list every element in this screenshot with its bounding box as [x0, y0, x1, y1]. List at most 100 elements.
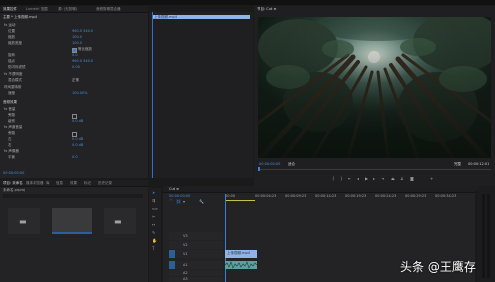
- title-bar: [0, 0, 495, 5]
- tab-project[interactable]: 项目: 未命名: [3, 181, 23, 186]
- effect-row-label: 防闪烁滤镜: [8, 65, 26, 69]
- program-tab[interactable]: 节目: Cut ≡: [257, 7, 276, 12]
- uniform-scale-label: 等比缩放: [78, 47, 92, 51]
- project-item-sequence[interactable]: [52, 208, 92, 234]
- snap-icon[interactable]: ⌒: [169, 200, 173, 204]
- effect-controls-mini-timeline: 上传视频.mp4: [148, 12, 253, 178]
- effect-row-value[interactable]: 960.0 540.0: [72, 59, 93, 63]
- source-patch-a1[interactable]: [169, 261, 175, 269]
- effect-controls-timecode[interactable]: 00:00:00:00: [3, 171, 24, 175]
- effect-row-label: 旋转: [8, 53, 15, 57]
- extract-icon[interactable]: ⇊: [400, 177, 403, 181]
- timeline-tabbar: Cut ≡: [163, 186, 475, 193]
- selection-tool-icon[interactable]: ➤: [152, 191, 155, 195]
- effect-row-value[interactable]: 100.0: [72, 35, 82, 39]
- effect-row-label: 混合模式: [8, 78, 22, 82]
- effect-row-label: 缩放: [8, 35, 15, 39]
- track-header-a1[interactable]: [169, 261, 223, 269]
- tab-markers[interactable]: 标记: [84, 181, 91, 186]
- type-tool-icon[interactable]: T: [152, 247, 154, 251]
- program-timecode-left[interactable]: 00:00:00:00: [259, 162, 280, 166]
- audio-row-label: 旁路: [8, 113, 15, 117]
- tools-panel: ➤ ⇶ ⟺ ✂ ↔ ✎ ✋ T: [149, 188, 161, 282]
- track-header-a3[interactable]: [169, 277, 223, 282]
- mark-out-icon[interactable]: }: [340, 177, 343, 181]
- timeline-timecode[interactable]: 00:00:00:00: [169, 194, 190, 198]
- timeline-ruler[interactable]: 00:00 00:00:04:23 00:00:09:23 00:00:14:2…: [225, 194, 471, 203]
- track-header-v2[interactable]: [169, 241, 223, 249]
- video-clip-label: 上传视频.mp4: [227, 251, 250, 255]
- step-forward-icon[interactable]: ▸: [373, 177, 375, 181]
- linked-selection-icon[interactable]: ⛓: [176, 200, 181, 204]
- program-playhead[interactable]: [258, 167, 260, 171]
- audio-row-label: 左: [8, 137, 12, 141]
- mini-playhead[interactable]: [152, 12, 153, 178]
- step-back-icon[interactable]: ◂: [357, 177, 359, 181]
- lift-icon[interactable]: ⏏: [391, 177, 395, 181]
- meter-bar-left: [482, 194, 485, 278]
- effect-row-value[interactable]: 960.0 540.0: [72, 29, 93, 33]
- tab-lumetri-scopes[interactable]: Lumetri 范围: [26, 7, 48, 12]
- effect-row-label: 缩放宽度: [8, 41, 22, 45]
- tab-effect-controls[interactable]: 效果控件: [3, 7, 17, 12]
- effect-controls-tabbar: 效果控件 Lumetri 范围 源: (无剪辑) 音频剪辑混合器: [0, 6, 148, 13]
- mark-in-icon[interactable]: {: [332, 177, 335, 181]
- hand-tool-icon[interactable]: ✋: [152, 239, 157, 243]
- folder-icon: ▬: [114, 217, 122, 226]
- razor-tool-icon[interactable]: ✂: [152, 215, 155, 219]
- audio-row-label: fx 声道音量: [4, 125, 23, 129]
- source-patch-v1[interactable]: [169, 250, 175, 258]
- meter-bar-right: [487, 194, 490, 278]
- pen-tool-icon[interactable]: ✎: [152, 231, 155, 235]
- audio-row-value[interactable]: 0.0 dB: [72, 137, 83, 141]
- add-marker-icon[interactable]: ▾: [183, 200, 185, 204]
- effect-row-value[interactable]: 100.00%: [72, 91, 88, 95]
- work-area-bar[interactable]: [225, 200, 255, 201]
- track-header-a2[interactable]: [169, 270, 223, 276]
- go-to-out-icon[interactable]: ⇥: [381, 177, 384, 181]
- play-icon[interactable]: ▶: [365, 177, 368, 181]
- program-scrubber[interactable]: [258, 169, 491, 170]
- settings-icon[interactable]: 🔧: [199, 200, 204, 204]
- track-label: V1: [183, 252, 188, 256]
- effect-row-value[interactable]: 0.00: [72, 65, 80, 69]
- effect-row-value[interactable]: 100.0: [72, 41, 82, 45]
- zoom-fit-select[interactable]: 适合: [288, 162, 295, 167]
- ruler-label: 00:00:24:23: [375, 194, 397, 198]
- audio-row-label: fx 音量: [4, 107, 16, 111]
- effect-row-value[interactable]: 正常: [72, 78, 79, 83]
- tab-history[interactable]: 历史记录: [98, 181, 112, 186]
- tab-effects[interactable]: 效果: [70, 181, 77, 186]
- audio-row-value[interactable]: 0.0 dB: [72, 143, 83, 147]
- project-search-input[interactable]: [3, 194, 143, 198]
- tab-info[interactable]: 信息: [56, 181, 63, 186]
- effect-row-label: 时间重映射: [4, 85, 22, 89]
- track-header-v3[interactable]: [169, 232, 223, 240]
- project-panel: 项目: 未命名 媒体浏览器 库 信息 效果 标记 历史记录 未命名.prproj…: [0, 180, 148, 282]
- audio-row-value[interactable]: 0.0: [72, 155, 78, 159]
- tab-libraries[interactable]: 库: [46, 181, 50, 186]
- tab-source[interactable]: 源: (无剪辑): [58, 7, 77, 12]
- audio-row-value[interactable]: 0.0 dB: [72, 119, 83, 123]
- slip-tool-icon[interactable]: ↔: [152, 223, 155, 227]
- tab-sequence[interactable]: Cut ≡: [169, 187, 179, 191]
- project-path: 未命名.prproj: [3, 188, 25, 192]
- tab-media-browser[interactable]: 媒体浏览器: [26, 181, 44, 186]
- watermark: 头条 @王鹰存: [400, 260, 476, 274]
- effect-row-label: fx 运动: [4, 23, 16, 27]
- ripple-edit-icon[interactable]: ⟺: [152, 207, 158, 211]
- ruler-label: 00:00:04:23: [255, 194, 277, 198]
- tab-audio-clip-mixer[interactable]: 音频剪辑混合器: [96, 7, 121, 12]
- project-tabbar: 项目: 未命名 媒体浏览器 库 信息 效果 标记 历史记录: [0, 180, 148, 187]
- track-header-v1[interactable]: [169, 250, 223, 258]
- export-frame-icon[interactable]: ◙: [410, 177, 414, 181]
- effect-row-value[interactable]: 0.0: [72, 53, 78, 57]
- button-editor-icon[interactable]: +: [430, 177, 433, 181]
- track-select-icon[interactable]: ⇶: [152, 199, 155, 203]
- go-to-in-icon[interactable]: ⇤: [348, 177, 351, 181]
- track-label: V3: [183, 234, 188, 238]
- audio-clip[interactable]: [225, 261, 257, 269]
- mini-timeline-clip-label: 上传视频.mp4: [154, 15, 177, 19]
- audio-row-label: 级别: [8, 119, 15, 123]
- quality-select[interactable]: 完整: [454, 162, 461, 167]
